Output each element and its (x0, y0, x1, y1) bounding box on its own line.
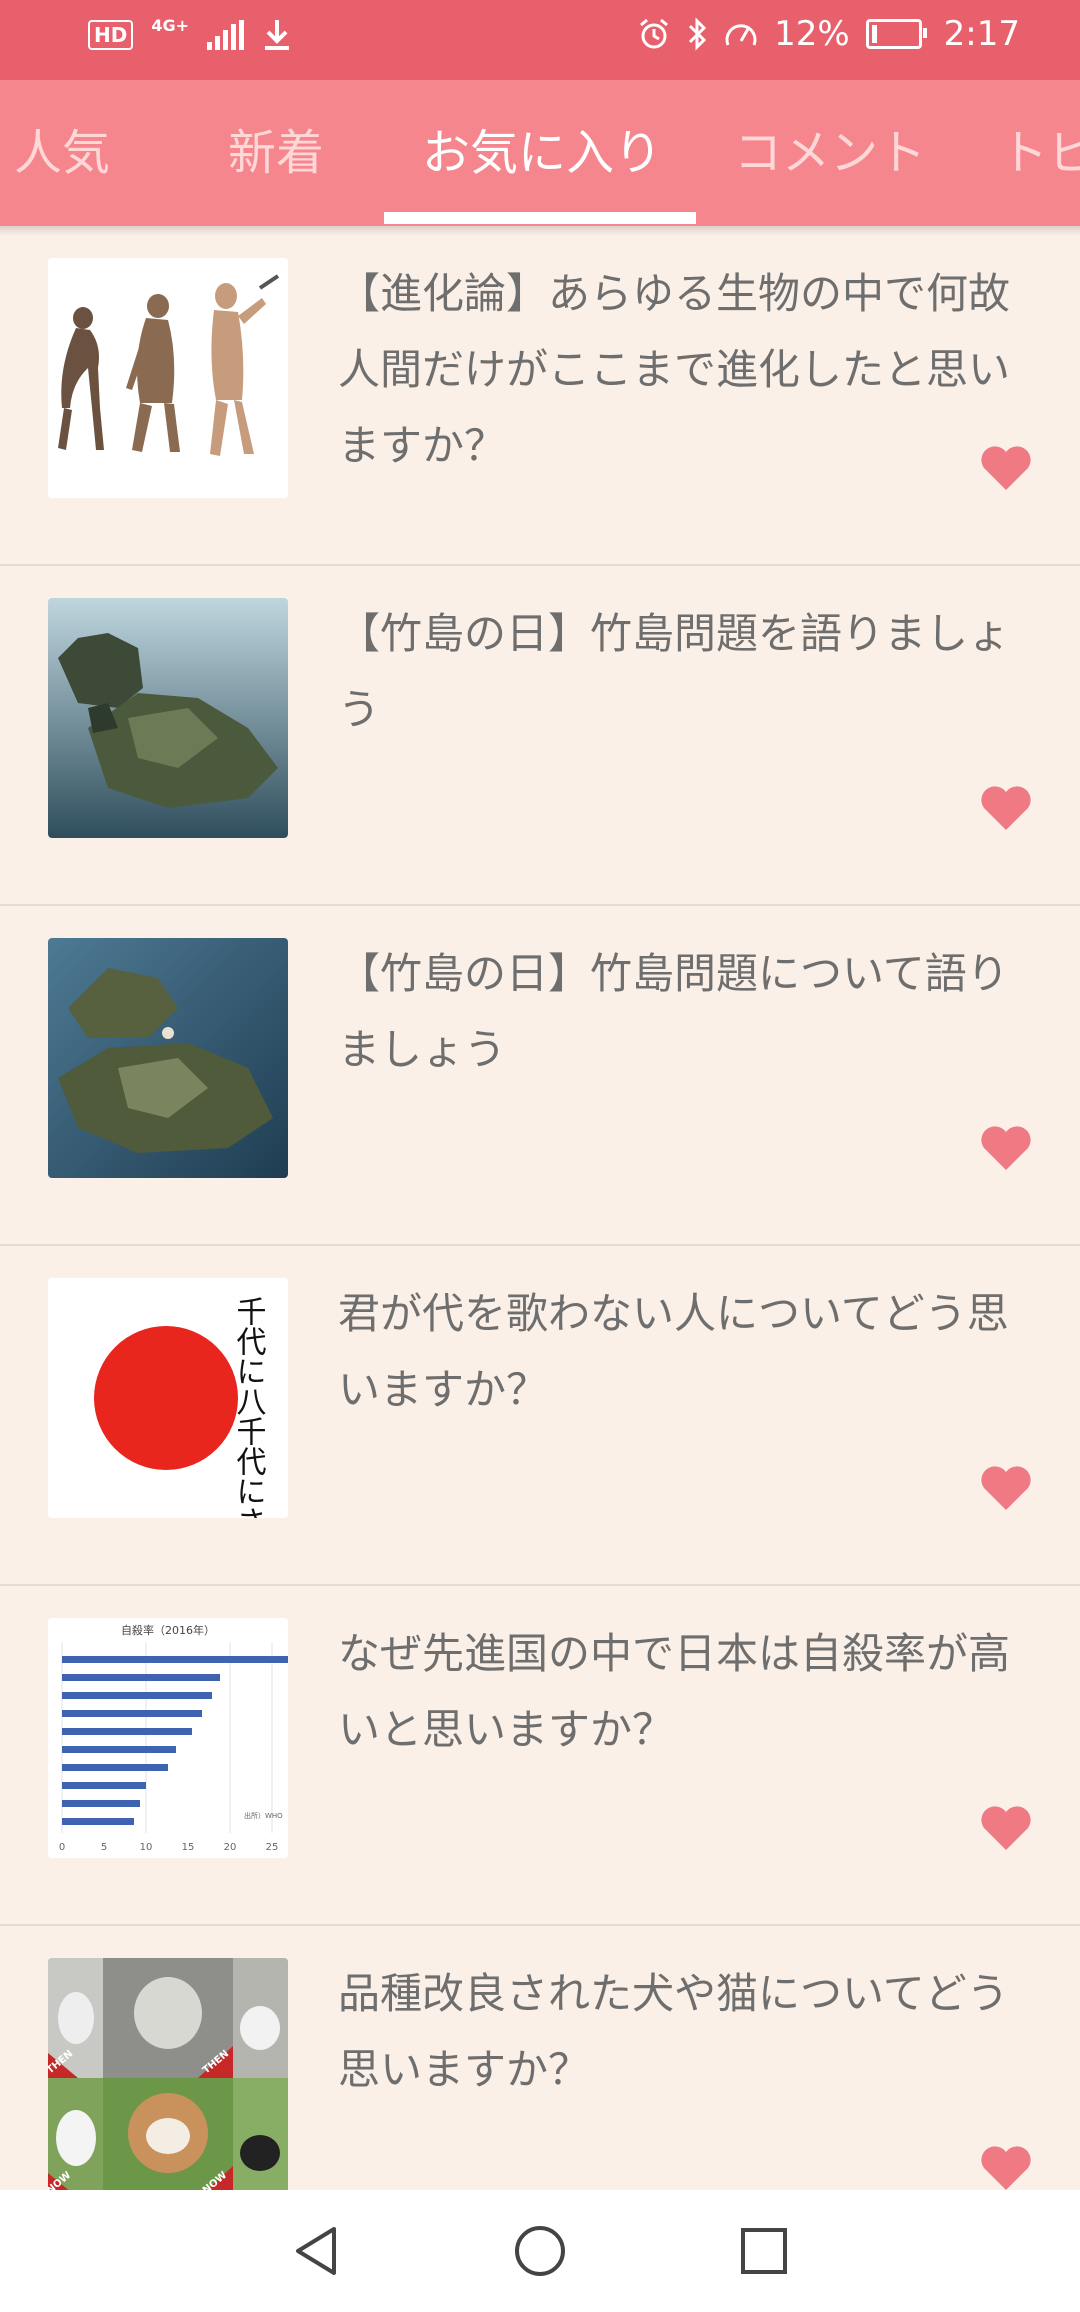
thumbnail-flag: 千代に八千代にさざれ石の巌となりて (48, 1278, 288, 1518)
signal-icon (207, 20, 245, 50)
item-title[interactable]: 【竹島の日】竹島問題を語りましょう (338, 596, 1018, 748)
list-item[interactable]: 千代に八千代にさざれ石の巌となりて 君が代を歌わない人についてどう思いますか？ (0, 1246, 1080, 1586)
tab-indicator (384, 212, 696, 224)
heart-icon[interactable] (978, 1460, 1034, 1516)
status-bar: HD 4G+ 12% 2:17 (0, 0, 1080, 80)
system-nav-bar (0, 2190, 1080, 2312)
status-left: HD 4G+ (88, 15, 292, 52)
list-item[interactable]: 自殺率（2016年） 0 5 10 15 20 25 出所）WHO なぜ先進国の… (0, 1586, 1080, 1926)
status-right: 12% 2:17 (638, 14, 1020, 54)
back-button[interactable] (284, 2219, 348, 2283)
item-title[interactable]: 【進化論】あらゆる生物の中で何故人間だけがここまで進化したと思いますか？ (338, 256, 1018, 484)
tab-new[interactable]: 新着 (228, 80, 324, 226)
thumbnail-dogs: THEN THEN NOW NOW (48, 1958, 288, 2198)
thumbnail-island (48, 938, 288, 1178)
heart-icon[interactable] (978, 2140, 1034, 2196)
favorites-list: 【進化論】あらゆる生物の中で何故人間だけがここまで進化したと思いますか？ 【竹島… (0, 226, 1080, 2266)
clock: 2:17 (943, 14, 1020, 54)
home-button[interactable] (508, 2219, 572, 2283)
list-item[interactable]: 【竹島の日】竹島問題について語りましょう (0, 906, 1080, 1246)
heart-icon[interactable] (978, 1120, 1034, 1176)
battery-percent: 12% (774, 14, 850, 54)
thumb-tick: 10 (140, 1842, 153, 1853)
thumb-tick: 15 (182, 1842, 195, 1853)
hd-indicator: HD (88, 20, 134, 50)
item-title[interactable]: 君が代を歌わない人についてどう思いますか？ (338, 1276, 1018, 1428)
heart-icon[interactable] (978, 780, 1034, 836)
network-indicator: 4G+ (151, 15, 190, 35)
tab-comments[interactable]: コメント (734, 80, 926, 226)
alarm-icon (640, 18, 669, 49)
item-title[interactable]: 品種改良された犬や猫についてどう思いますか？ (338, 1956, 1018, 2108)
tab-popular[interactable]: 人気 (14, 80, 110, 226)
tab-favorites[interactable]: お気に入り (422, 80, 662, 226)
heart-icon[interactable] (978, 1800, 1034, 1856)
recents-square-icon (741, 2228, 787, 2274)
thumbnail-evolution (48, 258, 288, 498)
thumb-tick: 20 (224, 1842, 237, 1853)
flag-lyric: 千代に八千代にさざれ石の巌となりて (231, 1296, 267, 1518)
thumbnail-chart: 自殺率（2016年） 0 5 10 15 20 25 出所）WHO (48, 1618, 288, 1858)
item-title[interactable]: なぜ先進国の中で日本は自殺率が高いと思いますか？ (338, 1616, 1018, 1768)
heart-icon[interactable] (978, 440, 1034, 496)
thumb-tick: 0 (59, 1842, 65, 1853)
thumb-source-note: 出所）WHO (244, 1811, 283, 1820)
tab-bar: 人気 新着 お気に入り コメント トピ (0, 80, 1080, 226)
back-triangle-icon (296, 2227, 336, 2275)
list-item[interactable]: 【竹島の日】竹島問題を語りましょう (0, 566, 1080, 906)
tab-topics[interactable]: トピ (1000, 80, 1080, 226)
thumbnail-island (48, 598, 288, 838)
thumb-chart-title: 自殺率（2016年） (121, 1623, 215, 1637)
item-title[interactable]: 【竹島の日】竹島問題について語りましょう (338, 936, 1018, 1088)
thumb-tick: 25 (266, 1842, 279, 1853)
speed-icon (725, 24, 757, 46)
home-circle-icon (515, 2226, 565, 2276)
download-icon (265, 20, 290, 50)
bluetooth-icon (689, 17, 707, 51)
thumb-tick: 5 (101, 1842, 107, 1853)
list-item[interactable]: 【進化論】あらゆる生物の中で何故人間だけがここまで進化したと思いますか？ (0, 226, 1080, 566)
recents-button[interactable] (732, 2219, 796, 2283)
battery-icon (865, 19, 927, 49)
